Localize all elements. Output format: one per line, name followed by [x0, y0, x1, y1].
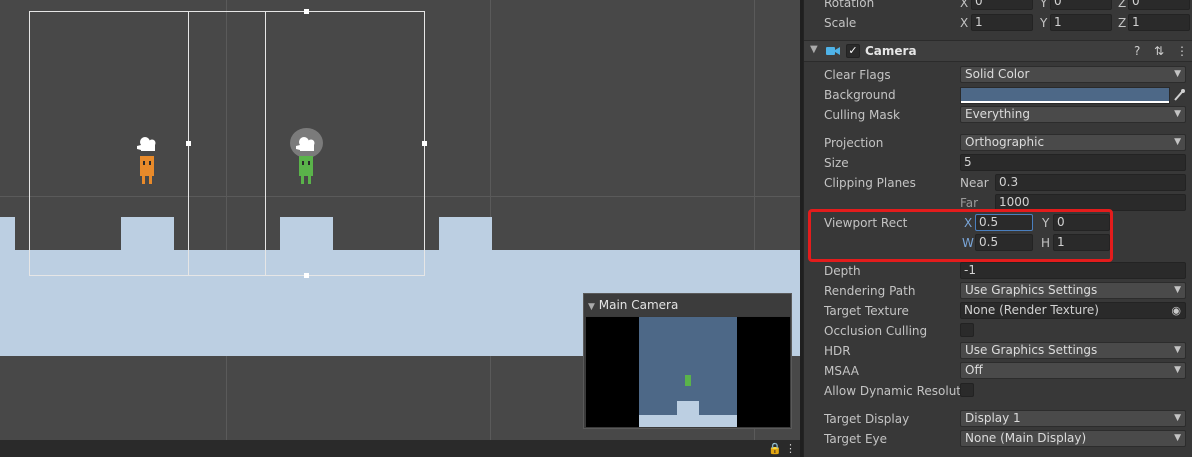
kebab-menu-icon[interactable]: ⋮	[785, 442, 796, 455]
scale-y-field[interactable]: 1	[1050, 14, 1112, 31]
camera-gizmo-icon[interactable]	[296, 136, 318, 152]
ground-block[interactable]	[0, 217, 15, 251]
camera-component-header[interactable]: ▼ ✓ Camera ? ⇅ ⋮	[804, 40, 1192, 62]
rotation-z-axis: Z	[1118, 0, 1127, 10]
projection-dropdown[interactable]: Orthographic ▼	[960, 134, 1186, 151]
culling-mask-value: Everything	[965, 107, 1030, 121]
target-display-value: Display 1	[965, 411, 1021, 425]
target-eye-dropdown[interactable]: None (Main Display) ▼	[960, 430, 1186, 447]
dynamic-resolution-checkbox[interactable]	[960, 383, 974, 397]
clear-flags-label: Clear Flags	[824, 68, 891, 82]
camera-component-icon	[826, 47, 840, 55]
target-display-label: Target Display	[824, 412, 910, 426]
presets-icon[interactable]: ⇅	[1154, 44, 1164, 58]
target-texture-label: Target Texture	[824, 304, 909, 318]
target-eye-label: Target Eye	[824, 432, 888, 446]
size-field[interactable]: 5	[960, 154, 1186, 171]
fold-triangle-icon[interactable]: ▼	[810, 44, 818, 55]
rotation-label: Rotation	[824, 0, 875, 10]
rendering-path-dropdown[interactable]: Use Graphics Settings ▼	[960, 282, 1186, 299]
projection-label: Projection	[824, 136, 884, 150]
near-label: Near	[960, 176, 989, 190]
dropdown-arrow-icon: ▼	[1174, 137, 1181, 147]
rotation-y-axis: Y	[1040, 0, 1048, 10]
depth-label: Depth	[824, 264, 861, 278]
camera-preview-render	[586, 317, 790, 427]
lock-icon[interactable]: 🔒	[768, 442, 782, 455]
target-display-dropdown[interactable]: Display 1 ▼	[960, 410, 1186, 427]
scale-x-axis: X	[960, 16, 969, 30]
help-icon[interactable]: ?	[1134, 44, 1140, 58]
scale-z-field[interactable]: 1	[1128, 14, 1190, 31]
dropdown-arrow-icon: ▼	[1174, 285, 1181, 295]
collapse-triangle-icon[interactable]: ▼	[588, 302, 595, 312]
background-label: Background	[824, 88, 896, 102]
rotation-y-field[interactable]: 0	[1050, 0, 1112, 10]
dropdown-arrow-icon: ▼	[1174, 69, 1181, 79]
hdr-value: Use Graphics Settings	[965, 343, 1098, 357]
occlusion-culling-checkbox[interactable]	[960, 323, 974, 337]
preview-ground	[639, 415, 737, 427]
near-field[interactable]: 0.3	[995, 174, 1186, 191]
scale-z-axis: Z	[1118, 16, 1127, 30]
dynamic-resolution-label: Allow Dynamic Resolutio	[824, 384, 960, 398]
depth-field[interactable]: -1	[960, 262, 1186, 279]
preview-character	[685, 375, 691, 386]
culling-mask-dropdown[interactable]: Everything ▼	[960, 106, 1186, 123]
frustum-handle-bottom[interactable]	[304, 273, 309, 278]
camera-component-title: Camera	[865, 44, 917, 58]
dropdown-arrow-icon: ▼	[1174, 433, 1181, 443]
frustum-handle-right[interactable]	[422, 141, 427, 146]
dropdown-arrow-icon: ▼	[1174, 345, 1181, 355]
camera-preview-title: Main Camera	[598, 298, 679, 312]
dropdown-arrow-icon: ▼	[1174, 413, 1181, 423]
scene-status-bar	[0, 440, 800, 457]
rendering-path-label: Rendering Path	[824, 284, 916, 298]
target-eye-value: None (Main Display)	[965, 431, 1087, 445]
msaa-dropdown[interactable]: Off ▼	[960, 362, 1186, 379]
dropdown-arrow-icon: ▼	[1174, 365, 1181, 375]
hdr-label: HDR	[824, 344, 851, 358]
rotation-x-field[interactable]: 0	[971, 0, 1033, 10]
preview-ground-block	[677, 401, 699, 415]
camera-gizmo-icon[interactable]	[137, 136, 159, 152]
frustum-handle-top[interactable]	[304, 9, 309, 14]
green-character[interactable]	[299, 156, 313, 184]
scene-view[interactable]: ▼ Main Camera	[0, 0, 800, 440]
scale-y-axis: Y	[1040, 16, 1048, 30]
msaa-value: Off	[965, 363, 983, 377]
background-color-field[interactable]	[960, 87, 1170, 104]
target-texture-value: None (Render Texture)	[964, 303, 1099, 317]
rendering-path-value: Use Graphics Settings	[965, 283, 1098, 297]
object-picker-icon[interactable]: ◉	[1171, 303, 1181, 318]
clipping-planes-label: Clipping Planes	[824, 176, 916, 190]
eyedropper-icon[interactable]	[1173, 88, 1185, 102]
projection-value: Orthographic	[965, 135, 1045, 149]
dropdown-arrow-icon: ▼	[1174, 109, 1181, 119]
clear-flags-dropdown[interactable]: Solid Color ▼	[960, 66, 1186, 83]
rotation-x-axis: X	[960, 0, 969, 10]
camera-preview-header[interactable]: ▼ Main Camera	[584, 294, 791, 316]
viewport-rect-highlight-box	[808, 209, 1113, 262]
scale-x-field[interactable]: 1	[971, 14, 1033, 31]
scale-label: Scale	[824, 16, 857, 30]
occlusion-culling-label: Occlusion Culling	[824, 324, 928, 338]
background-alpha-bar	[961, 101, 1169, 103]
component-menu-icon[interactable]: ⋮	[1176, 44, 1188, 58]
culling-mask-label: Culling Mask	[824, 108, 900, 122]
far-label: Far	[960, 196, 979, 210]
msaa-label: MSAA	[824, 364, 859, 378]
component-enabled-checkbox[interactable]: ✓	[846, 44, 860, 58]
clear-flags-value: Solid Color	[965, 67, 1030, 81]
orange-character[interactable]	[140, 156, 154, 184]
target-texture-field[interactable]: None (Render Texture) ◉	[960, 302, 1186, 319]
frustum-handle-left[interactable]	[186, 141, 191, 146]
rotation-z-field[interactable]: 0	[1128, 0, 1190, 10]
size-label: Size	[824, 156, 849, 170]
hdr-dropdown[interactable]: Use Graphics Settings ▼	[960, 342, 1186, 359]
preview-viewport	[639, 317, 737, 427]
ground-block[interactable]	[439, 217, 492, 251]
camera-preview: ▼ Main Camera	[583, 293, 792, 429]
